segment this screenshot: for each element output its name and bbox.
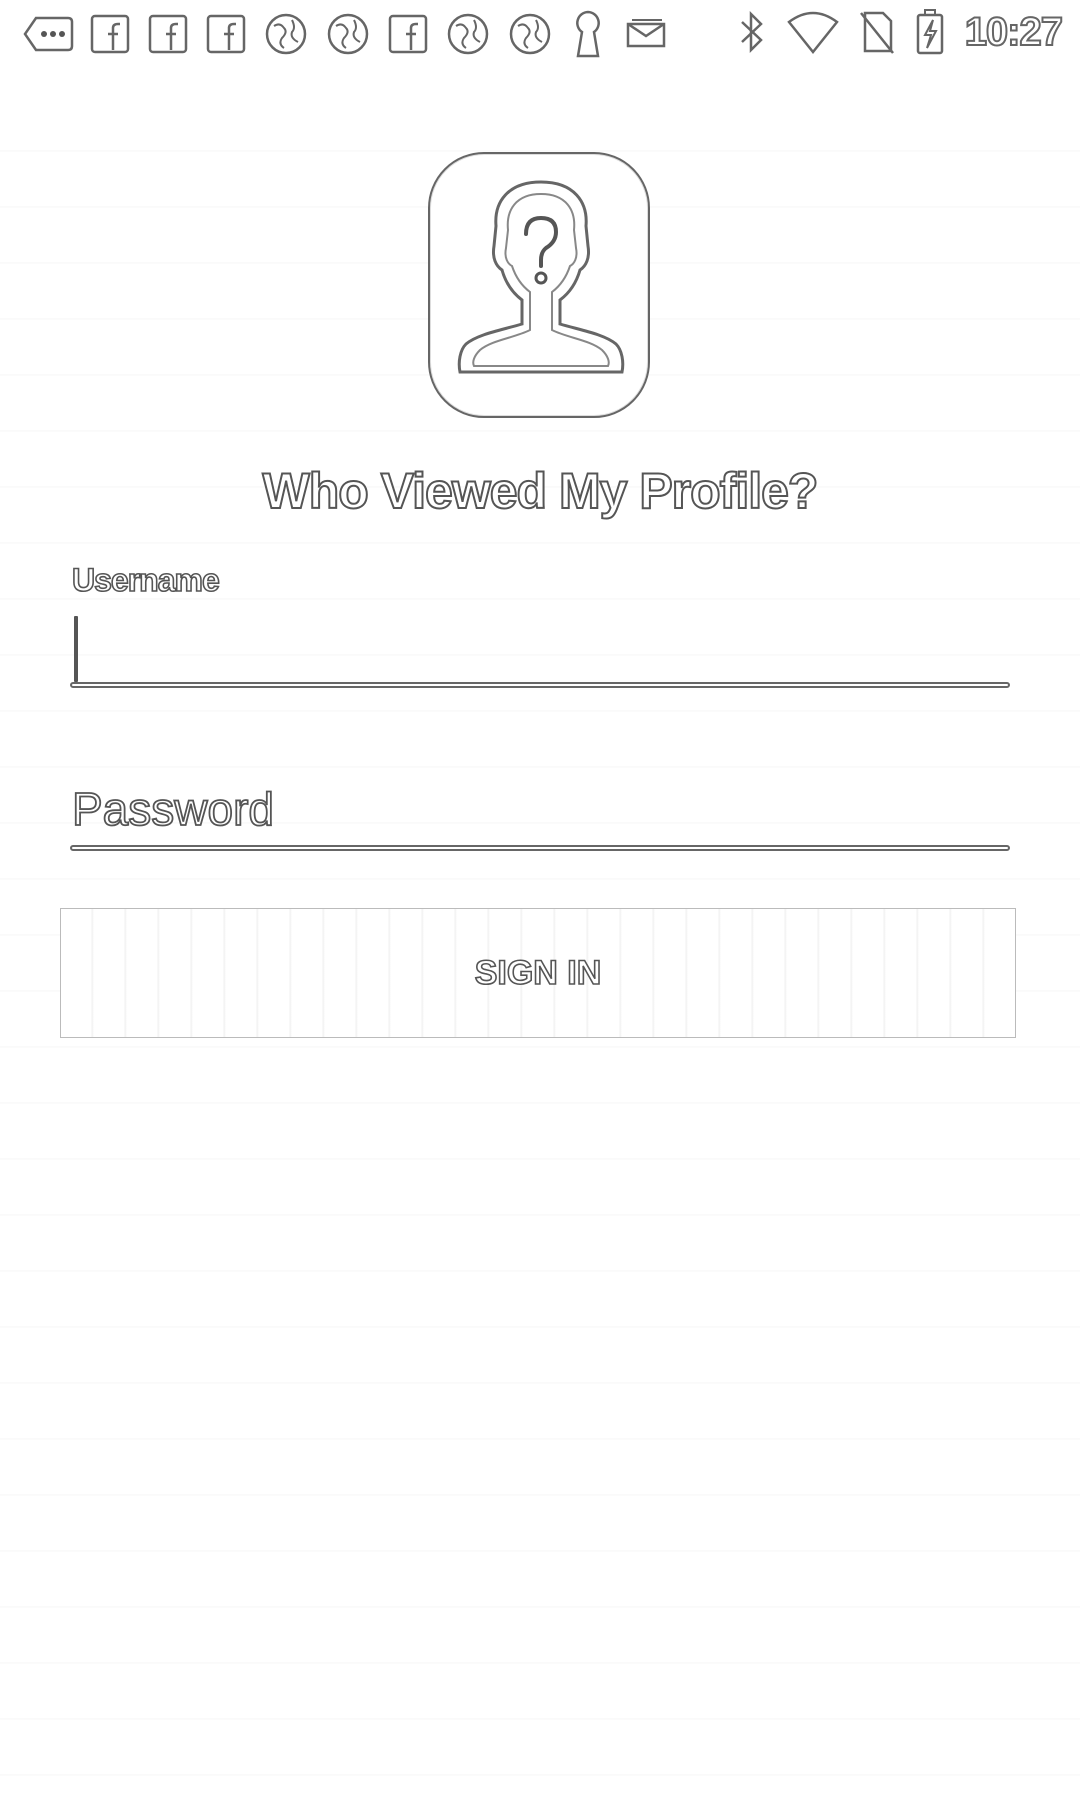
bluetooth-icon <box>740 10 763 54</box>
globe-icon <box>265 13 307 55</box>
status-bar: 10:27 <box>0 0 1080 64</box>
sign-in-label: SIGN IN <box>474 953 602 993</box>
password-underline <box>70 845 1010 851</box>
keyhole-icon <box>576 10 600 58</box>
more-icon <box>23 16 74 52</box>
globe-icon <box>447 13 489 55</box>
password-field[interactable] <box>72 780 1008 844</box>
wifi-icon <box>786 11 839 54</box>
battery-charging-icon <box>916 9 943 55</box>
system-icons: 10:27 <box>737 8 1064 56</box>
clock: 10:27 <box>964 9 1064 55</box>
unknown-person-icon <box>457 180 625 374</box>
username-field[interactable] <box>72 612 1008 690</box>
username-label: Username <box>71 561 220 599</box>
app-title: Who Viewed My Profile? <box>262 462 820 520</box>
mail-icon <box>626 19 666 48</box>
sign-in-button[interactable]: SIGN IN <box>60 908 1016 1038</box>
no-sim-icon <box>859 11 894 54</box>
notification-icons <box>22 8 670 60</box>
globe-icon <box>327 13 369 55</box>
text-cursor <box>74 616 78 682</box>
facebook-icon <box>90 14 130 54</box>
globe-icon <box>509 13 551 55</box>
username-underline <box>70 682 1010 688</box>
facebook-icon <box>206 14 246 54</box>
facebook-icon <box>148 14 188 54</box>
facebook-icon <box>388 14 428 54</box>
app-logo <box>428 152 650 418</box>
